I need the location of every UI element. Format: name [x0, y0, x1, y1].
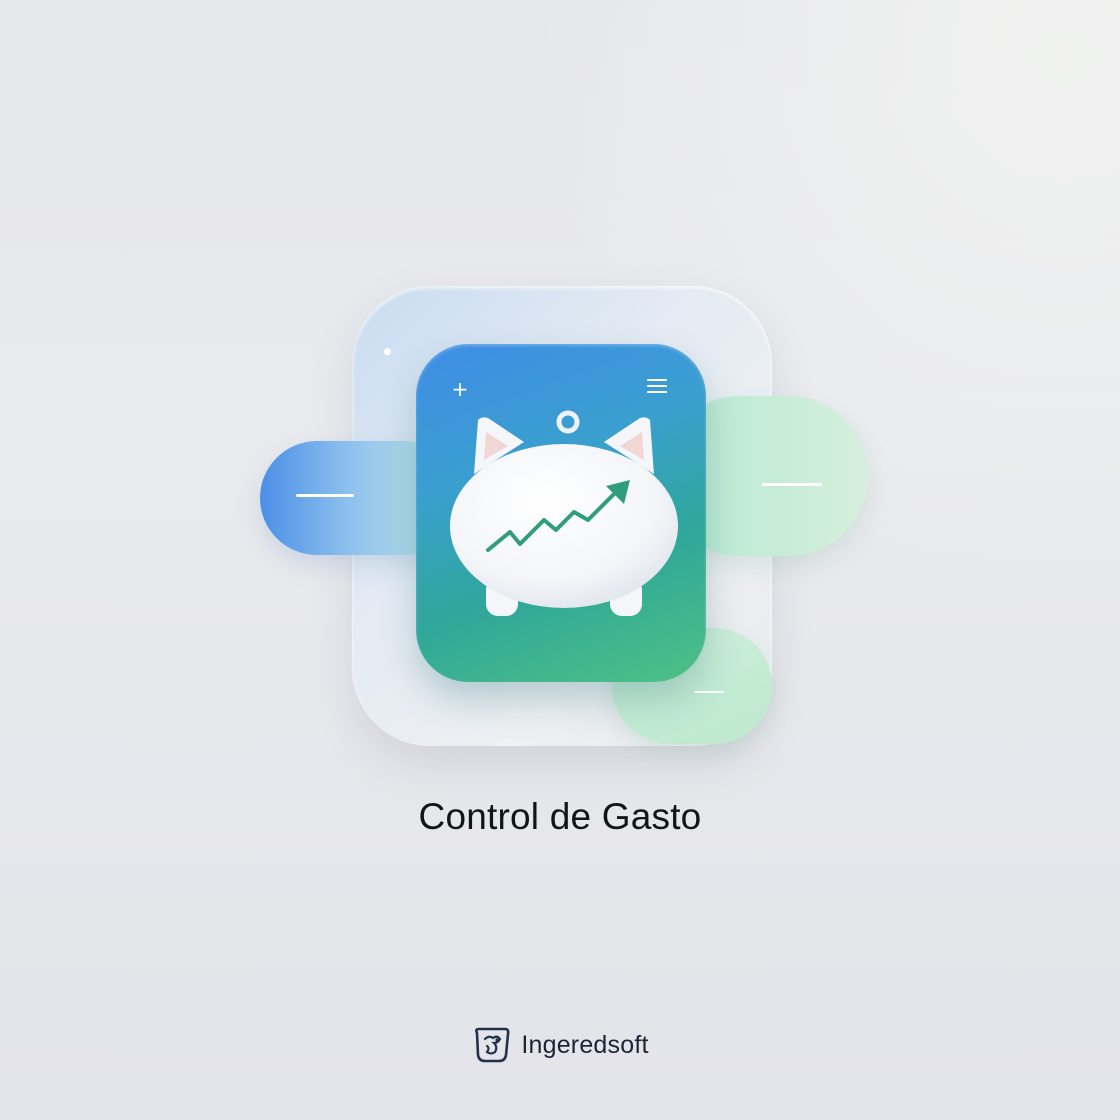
right-pill-line: [762, 483, 822, 486]
bubble-line: [694, 691, 724, 693]
brand-name: Ingeredsoft: [521, 1030, 649, 1059]
brand-logo-icon: [475, 1027, 510, 1063]
app-icon-composition: +: [0, 0, 1120, 1120]
brand: Ingeredsoft: [0, 1025, 1120, 1065]
plus-icon: +: [451, 377, 469, 401]
menu-icon: [647, 379, 667, 395]
piggy-bank-growth-icon: [450, 410, 678, 616]
left-pill-line: [296, 494, 354, 497]
page-title: Control de Gasto: [418, 796, 702, 837]
back-card-dot: [384, 348, 391, 355]
